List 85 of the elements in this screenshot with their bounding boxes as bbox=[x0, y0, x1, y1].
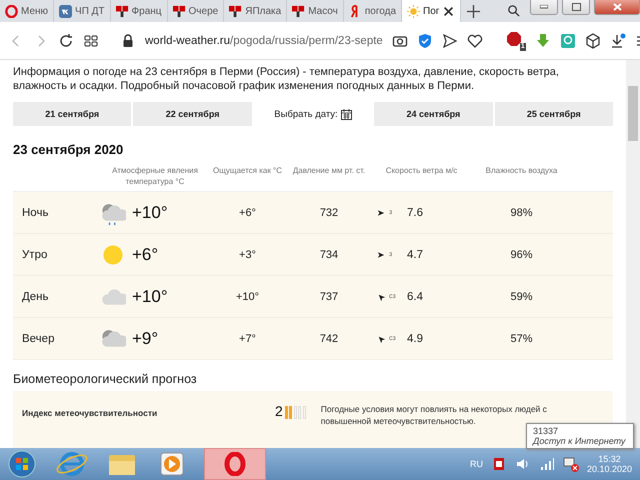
column-header: Ощущается как °С bbox=[212, 165, 284, 177]
pressure: 742 bbox=[318, 332, 340, 344]
humidity: 98% bbox=[509, 206, 534, 218]
site-icon bbox=[229, 4, 242, 18]
temperature: +6° bbox=[132, 244, 158, 264]
browser-tab[interactable]: ЧП ДТ bbox=[54, 0, 111, 22]
column-header: Давление мм рт. ст. bbox=[292, 165, 366, 177]
period-label: Утро bbox=[21, 248, 48, 260]
pressure: 734 bbox=[318, 248, 340, 260]
wind-arrow-icon bbox=[377, 334, 385, 342]
date-tab[interactable]: 24 сентября bbox=[374, 102, 493, 126]
index-description: Погодные условия могут повлиять на некоторых людей с повышенной метеочувствительностью. bbox=[320, 403, 548, 427]
restore-button[interactable] bbox=[562, 0, 590, 15]
pressure: 737 bbox=[318, 290, 340, 302]
restore-icon bbox=[572, 3, 580, 11]
feels-like: +3° bbox=[238, 248, 257, 260]
download-icon[interactable] bbox=[610, 32, 626, 48]
humidity: 59% bbox=[509, 290, 534, 302]
feels-like: +10° bbox=[234, 290, 260, 302]
grid-icon[interactable] bbox=[83, 32, 99, 48]
browser-tab[interactable]: Пог bbox=[402, 0, 462, 22]
section-heading: Биометеорологический прогноз bbox=[13, 372, 198, 386]
browser-tab[interactable]: Масоч bbox=[287, 0, 344, 22]
clock[interactable]: 15:32 20.10.2020 bbox=[586, 454, 632, 474]
network-error-icon[interactable] bbox=[562, 456, 579, 472]
tooltip-text: Доступ к Интернету bbox=[533, 436, 627, 446]
column-header: Атмосферные явления температура °С bbox=[111, 165, 199, 188]
calendar-icon bbox=[340, 108, 352, 120]
sun-icon bbox=[407, 4, 420, 18]
date-heading: 23 сентября 2020 bbox=[13, 142, 124, 157]
browser-tab[interactable]: Очере bbox=[168, 0, 224, 22]
wind-speed: 7.6 bbox=[407, 206, 423, 218]
opera-taskbar-button[interactable] bbox=[204, 448, 266, 480]
browser-tab[interactable]: Меню bbox=[0, 0, 54, 22]
period-label: Вечер bbox=[21, 332, 56, 344]
signal-icon[interactable] bbox=[538, 456, 555, 472]
tooltip-title: 31337 bbox=[533, 426, 558, 436]
wind-arrow-icon bbox=[377, 292, 385, 300]
column-header: Скорость ветра м/с bbox=[384, 165, 458, 177]
temperature: +10° bbox=[132, 286, 168, 306]
search-icon[interactable] bbox=[507, 4, 520, 17]
temperature: +9° bbox=[132, 328, 158, 348]
site-icon bbox=[116, 4, 129, 18]
send-icon[interactable] bbox=[442, 32, 458, 48]
column-header: Влажность воздуха bbox=[484, 165, 558, 177]
close-icon bbox=[612, 3, 622, 11]
download-arrow-icon[interactable] bbox=[534, 32, 551, 48]
humidity: 57% bbox=[509, 332, 534, 344]
browser-tab[interactable]: Франц bbox=[110, 0, 168, 22]
site-icon bbox=[172, 4, 186, 18]
close-icon[interactable] bbox=[442, 4, 456, 18]
period-label: Ночь bbox=[21, 206, 50, 218]
date-tab[interactable]: 22 сентября bbox=[133, 102, 252, 126]
cube-icon[interactable] bbox=[584, 32, 601, 48]
site-icon bbox=[292, 4, 306, 18]
opera-icon bbox=[5, 4, 18, 18]
address-field[interactable]: world-weather.ru/pogoda/russia/perm/23-septe bbox=[145, 34, 383, 46]
wind-arrow-icon bbox=[377, 250, 385, 258]
shield-icon[interactable] bbox=[416, 32, 433, 48]
date-tab[interactable]: 25 сентября bbox=[494, 102, 613, 126]
vpn-icon[interactable] bbox=[560, 32, 576, 48]
close-button[interactable] bbox=[594, 0, 640, 15]
vk-icon bbox=[59, 4, 72, 18]
wind-speed: 4.7 bbox=[407, 248, 423, 260]
new-tab-icon[interactable] bbox=[466, 4, 480, 18]
temperature: +10° bbox=[132, 202, 168, 222]
intro-text: Информация о погоде на 23 сентября в Перми (Россия) - температура воздуха, давление, скорость ветра, влажность и осадки. Подробный почасовой график изменения погодных данных в Перми. bbox=[13, 65, 560, 93]
humidity: 96% bbox=[509, 248, 534, 260]
index-label: Индекс метеочувствительности bbox=[21, 408, 158, 418]
browser-tab[interactable]: ЯПлака bbox=[224, 0, 288, 22]
period-label: День bbox=[21, 290, 50, 302]
wind-speed: 4.9 bbox=[407, 332, 423, 344]
index-value: 2 bbox=[275, 403, 283, 419]
opera-icon bbox=[223, 452, 247, 476]
date-tab[interactable]: 21 сентября bbox=[13, 102, 132, 126]
reload-icon[interactable] bbox=[58, 32, 74, 48]
feels-like: +7° bbox=[238, 332, 257, 344]
pressure: 732 bbox=[318, 206, 340, 218]
heart-icon[interactable] bbox=[466, 32, 483, 48]
scrollbar[interactable] bbox=[626, 60, 640, 448]
feels-like: +6° bbox=[238, 206, 257, 218]
minimize-button[interactable] bbox=[530, 0, 558, 15]
wind-arrow-icon bbox=[377, 208, 385, 216]
wind-speed: 6.4 bbox=[407, 290, 423, 302]
minimize-icon bbox=[540, 5, 548, 9]
